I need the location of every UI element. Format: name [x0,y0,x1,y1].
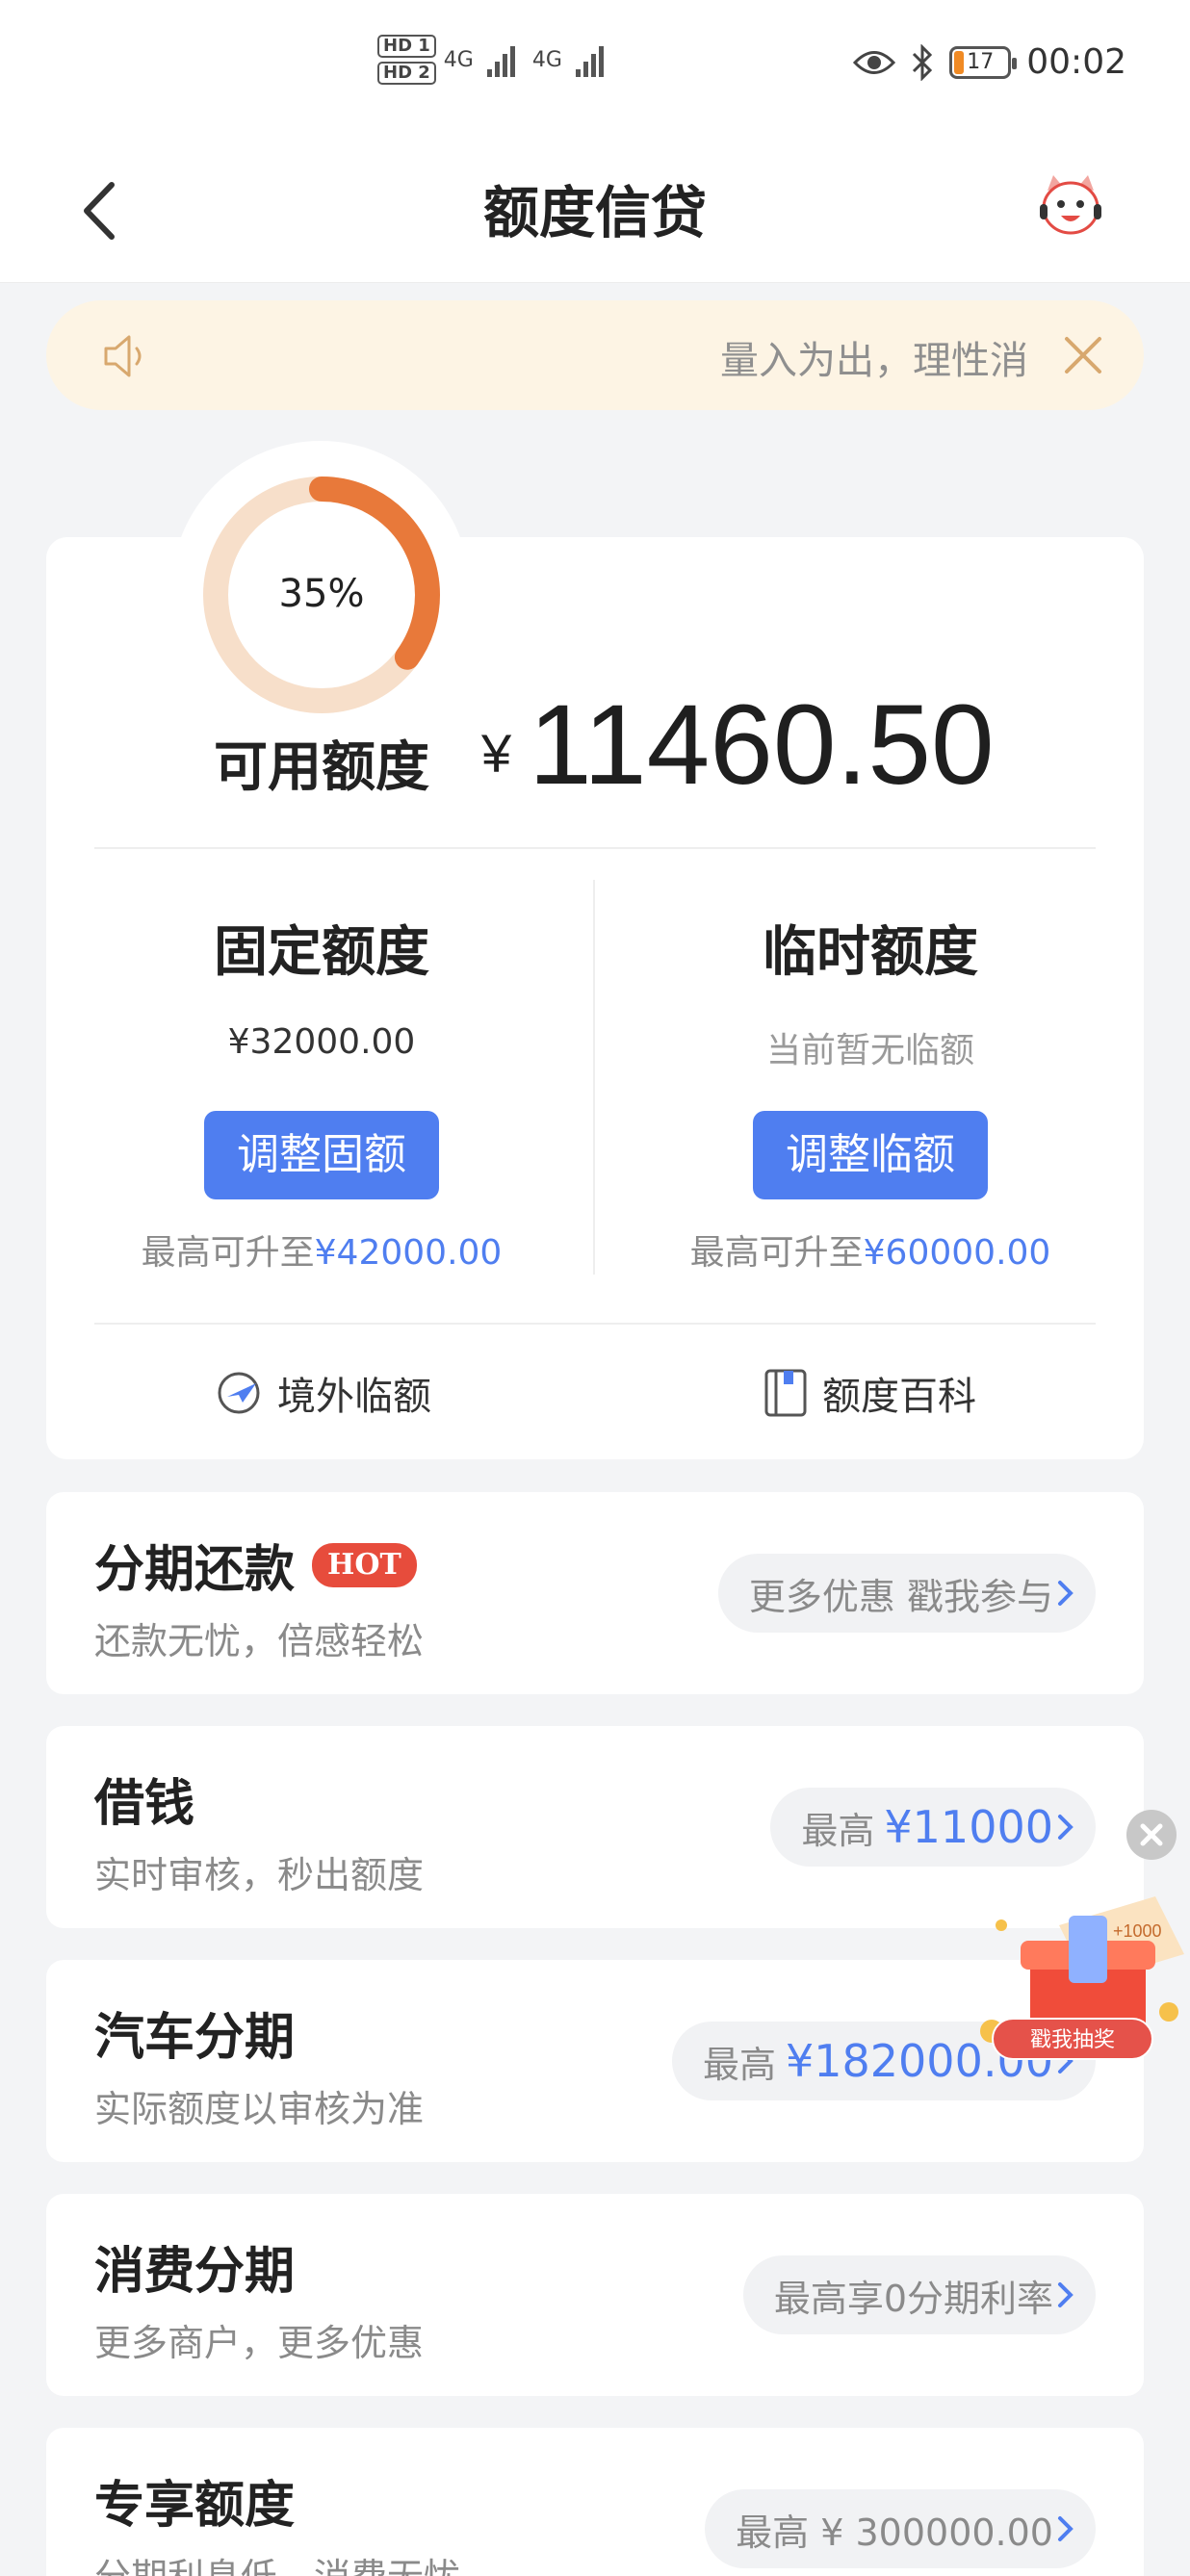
signal-icon [575,42,604,77]
borrow-subtitle: 实时审核，秒出额度 [94,1854,425,1896]
fixed-max-prefix: 最高可升至 [141,1233,315,1273]
notice-banner: 量入为出，理性消 [46,300,1144,410]
eye-icon [853,50,896,74]
car-installment-title: 汽车分期 [94,2009,296,2067]
network-type-1: 4G [443,47,474,72]
hd1-badge: HD 1 [377,35,436,58]
battery-icon: 17 [949,45,1018,79]
currency-symbol: ¥ [481,723,512,784]
close-icon[interactable] [1061,333,1105,377]
speaker-icon [104,335,142,377]
list-item-installment-repayment[interactable]: 分期还款 HOT 还款无忧，倍感轻松 更多优惠 戳我参与 [46,1492,1144,1694]
exclusive-credit-subtitle: 分期利息低，消费无忧 [94,2547,460,2576]
installment-repayment-title: 分期还款 [94,1541,296,1599]
borrow-pill-prefix: 最高 [801,1809,875,1852]
installment-repayment-title-row: 分期还款 HOT [94,1529,417,1601]
column-divider [593,880,595,1275]
consumer-installment-subtitle: 更多商户，更多优惠 [94,2322,425,2364]
borrow-pill-amount: ¥11000 [884,1801,1053,1853]
car-installment-subtitle: 实际额度以审核为准 [94,2088,425,2130]
temporary-credit-title: 临时额度 [763,921,978,984]
customer-service-mascot-icon[interactable] [1036,171,1105,241]
close-icon[interactable] [1126,1810,1177,1860]
consumer-installment-title-row: 消费分期 [94,2230,295,2303]
consumer-pill-text: 最高享0分期利率 [773,2277,1053,2320]
book-icon [764,1369,807,1417]
promo-pill-text: 更多优惠 戳我参与 [748,1575,1053,1618]
promo-badge-text: +1000 [1113,1921,1162,1941]
available-amount-value: 11460.50 [529,682,995,809]
consumer-installment-pill[interactable]: 最高享0分期利率 [742,2255,1096,2334]
title-bar: 额度信贷 [0,135,1190,283]
chevron-right-icon [1058,1815,1074,1840]
overseas-temp-credit-label: 境外临额 [277,1375,431,1419]
usage-percent: 35% [278,572,365,616]
hot-badge: HOT [312,1542,417,1587]
consumer-installment-title: 消费分期 [94,2243,296,2301]
exclusive-credit-title: 专享额度 [94,2477,296,2535]
notice-text: 量入为出，理性消 [720,339,1028,383]
fixed-credit-value: ¥32000.00 [227,1022,416,1062]
exclusive-credit-pill[interactable]: 最高 ¥ 300000.00 [705,2489,1096,2568]
clock: 00:02 [1026,42,1126,82]
chevron-right-icon [1058,2282,1074,2307]
status-bar: HD 1 HD 2 4G 4G 17 00:02 [0,0,1190,135]
temporary-credit-max: 最高可升至¥60000.00 [639,1224,1101,1275]
list-item-consumer-installment[interactable]: 消费分期 更多商户，更多优惠 最高享0分期利率 [46,2194,1144,2396]
exclusive-credit-title-row: 专享额度 [94,2464,295,2537]
borrow-title-row: 借钱 [94,1763,194,1835]
divider [94,1323,1096,1325]
chevron-right-icon [1058,2516,1074,2541]
page-title: 额度信贷 [482,180,707,245]
network-indicators: HD 1 HD 2 4G 4G [377,35,604,85]
borrow-max-pill[interactable]: 最高 ¥11000 [770,1788,1096,1867]
available-credit-amount: ¥11460.50 [481,680,995,811]
globe-plane-icon [218,1372,260,1414]
temporary-max-amount: ¥60000.00 [863,1233,1051,1273]
credit-encyclopedia-link[interactable]: 额度百科 [763,1365,976,1421]
available-credit-label: 可用额度 [214,736,429,799]
adjust-temporary-credit-button[interactable]: 调整临额 [753,1111,988,1199]
hd2-badge: HD 2 [377,62,436,85]
overseas-temp-credit-link[interactable]: 境外临额 [214,1365,431,1421]
fixed-credit-title: 固定额度 [214,921,429,984]
hd-badges: HD 1 HD 2 [377,35,436,85]
temporary-max-prefix: 最高可升至 [689,1233,864,1273]
lottery-button[interactable]: 戳我抽奖 [992,2018,1153,2060]
borrow-title: 借钱 [94,1775,195,1833]
battery-level: 17 [967,50,995,74]
list-item-exclusive-credit[interactable]: 专享额度 分期利息低，消费无忧 最高 ¥ 300000.00 [46,2428,1144,2576]
car-installment-title-row: 汽车分期 [94,1996,295,2069]
bluetooth-icon [913,43,933,81]
installment-repayment-subtitle: 还款无忧，倍感轻松 [94,1620,425,1662]
system-indicators: 17 00:02 [853,42,1126,82]
fixed-credit-max: 最高可升至¥42000.00 [91,1224,553,1275]
divider [94,847,1096,849]
signal-icon [486,42,515,77]
car-pill-prefix: 最高 [702,2043,776,2086]
installment-promo-pill[interactable]: 更多优惠 戳我参与 [717,1554,1096,1633]
exclusive-pill-text: 最高 ¥ 300000.00 [736,2511,1053,2554]
temporary-credit-value: 当前暂无临额 [765,1031,974,1070]
credit-encyclopedia-label: 额度百科 [822,1375,976,1419]
network-type-2: 4G [531,47,562,72]
fixed-max-amount: ¥42000.00 [314,1233,503,1273]
adjust-fixed-credit-button[interactable]: 调整固额 [204,1111,439,1199]
chevron-right-icon [1058,1581,1074,1606]
